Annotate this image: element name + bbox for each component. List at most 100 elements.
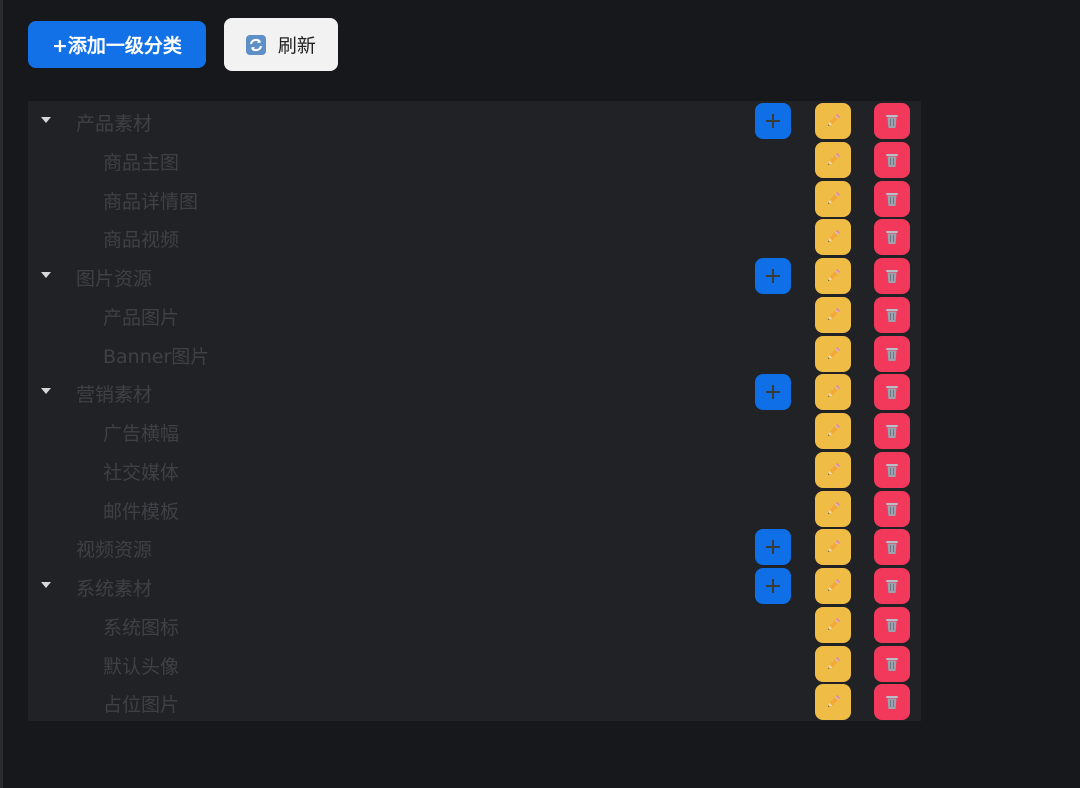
tree-row-level1[interactable]: 视频资源 bbox=[28, 527, 921, 566]
tree-row-level1[interactable]: 系统素材 bbox=[28, 566, 921, 605]
tree-row-level2[interactable]: 产品图片 bbox=[28, 295, 921, 334]
delete-category-button[interactable] bbox=[874, 451, 910, 488]
category-label: 产品素材 bbox=[76, 113, 153, 135]
tree-row-level2[interactable]: Banner图片 bbox=[28, 334, 921, 373]
trash-icon bbox=[886, 463, 898, 477]
trash-icon bbox=[886, 308, 898, 322]
edit-category-button[interactable] bbox=[815, 258, 851, 294]
pencil-icon bbox=[828, 191, 841, 204]
refresh-button[interactable]: 刷新 bbox=[223, 18, 338, 71]
tree-row-level1[interactable]: 图片资源 bbox=[28, 256, 921, 295]
add-subcategory-button[interactable] bbox=[755, 374, 791, 411]
delete-category-button[interactable] bbox=[874, 219, 910, 256]
plus-icon bbox=[766, 540, 780, 555]
edit-category-button[interactable] bbox=[815, 335, 851, 372]
delete-category-button[interactable] bbox=[874, 258, 910, 294]
delete-category-button[interactable] bbox=[874, 141, 910, 178]
trash-icon bbox=[886, 115, 898, 128]
tree-row-level2[interactable]: 系统图标 bbox=[28, 605, 921, 644]
pencil-icon bbox=[828, 462, 841, 475]
trash-icon bbox=[886, 153, 898, 167]
edit-category-button[interactable] bbox=[815, 606, 851, 643]
plus-icon bbox=[766, 269, 780, 283]
category-label: 商品视频 bbox=[103, 229, 180, 252]
tree-row-level2[interactable]: 商品主图 bbox=[28, 140, 921, 179]
refresh-button-label: 刷新 bbox=[277, 35, 316, 57]
pencil-icon bbox=[828, 346, 841, 359]
delete-category-button[interactable] bbox=[874, 413, 910, 449]
category-label: 系统图标 bbox=[103, 616, 180, 639]
edit-category-button[interactable] bbox=[815, 490, 851, 527]
category-label: Banner图片 bbox=[103, 345, 210, 368]
category-label: 商品主图 bbox=[103, 151, 180, 174]
category-label: 广告横幅 bbox=[103, 423, 180, 445]
caret-down-icon[interactable] bbox=[41, 272, 51, 278]
delete-category-button[interactable] bbox=[874, 606, 910, 643]
edit-category-button[interactable] bbox=[815, 180, 851, 217]
category-label: 图片资源 bbox=[76, 268, 153, 290]
delete-category-button[interactable] bbox=[874, 568, 910, 604]
trash-icon bbox=[886, 696, 898, 710]
tree-row-level2[interactable]: 邮件模板 bbox=[28, 489, 921, 528]
delete-category-button[interactable] bbox=[874, 335, 910, 372]
trash-icon bbox=[886, 580, 898, 593]
edit-category-button[interactable] bbox=[815, 451, 851, 488]
pencil-icon bbox=[828, 695, 841, 708]
tree-row-level1[interactable]: 营销素材 bbox=[28, 372, 921, 411]
category-label: 默认头像 bbox=[103, 655, 180, 678]
tree-row-level2[interactable]: 默认头像 bbox=[28, 644, 921, 683]
tree-row-level1[interactable]: 产品素材 bbox=[28, 101, 921, 140]
category-label: 营销素材 bbox=[76, 384, 153, 407]
pencil-icon bbox=[828, 230, 841, 243]
edit-category-button[interactable] bbox=[815, 296, 851, 333]
pencil-icon bbox=[828, 423, 841, 436]
edit-category-button[interactable] bbox=[815, 141, 851, 178]
delete-category-button[interactable] bbox=[874, 103, 910, 139]
plus-icon bbox=[766, 385, 780, 400]
delete-category-button[interactable] bbox=[874, 374, 910, 411]
category-label: 系统素材 bbox=[76, 578, 153, 600]
pencil-icon bbox=[828, 307, 841, 320]
add-subcategory-button[interactable] bbox=[755, 103, 791, 139]
edit-category-button[interactable] bbox=[815, 645, 851, 682]
delete-category-button[interactable] bbox=[874, 180, 910, 217]
trash-icon bbox=[886, 541, 898, 555]
trash-icon bbox=[886, 270, 898, 283]
refresh-icon bbox=[245, 34, 266, 55]
pencil-icon bbox=[828, 656, 841, 669]
tree-row-level2[interactable]: 社交媒体 bbox=[28, 450, 921, 489]
caret-down-icon[interactable] bbox=[41, 388, 51, 395]
edit-category-button[interactable] bbox=[815, 684, 851, 721]
pencil-icon bbox=[828, 501, 841, 514]
trash-icon bbox=[886, 347, 898, 361]
plus-icon bbox=[766, 114, 780, 128]
pencil-icon bbox=[828, 578, 841, 591]
add-root-category-button[interactable]: +添加一级分类 bbox=[28, 21, 206, 68]
tree-row-level2[interactable]: 商品详情图 bbox=[28, 179, 921, 218]
edit-category-button[interactable] bbox=[815, 568, 851, 604]
delete-category-button[interactable] bbox=[874, 490, 910, 527]
edit-category-button[interactable] bbox=[815, 529, 851, 566]
delete-category-button[interactable] bbox=[874, 684, 910, 721]
tree-row-level2[interactable]: 广告横幅 bbox=[28, 411, 921, 450]
add-subcategory-button[interactable] bbox=[755, 258, 791, 294]
tree-row-level2[interactable]: 占位图片 bbox=[28, 682, 921, 721]
edit-category-button[interactable] bbox=[815, 103, 851, 139]
edit-category-button[interactable] bbox=[815, 219, 851, 256]
edit-category-button[interactable] bbox=[815, 374, 851, 411]
delete-category-button[interactable] bbox=[874, 529, 910, 566]
add-subcategory-button[interactable] bbox=[755, 568, 791, 604]
plus-icon bbox=[766, 579, 780, 593]
trash-icon bbox=[886, 231, 898, 245]
caret-down-icon[interactable] bbox=[41, 117, 51, 123]
delete-category-button[interactable] bbox=[874, 645, 910, 682]
delete-category-button[interactable] bbox=[874, 296, 910, 333]
edit-category-button[interactable] bbox=[815, 413, 851, 449]
trash-icon bbox=[886, 425, 898, 438]
category-label: 视频资源 bbox=[76, 539, 153, 562]
trash-icon bbox=[886, 192, 898, 206]
tree-row-level2[interactable]: 商品视频 bbox=[28, 217, 921, 256]
caret-down-icon[interactable] bbox=[41, 582, 51, 588]
category-label: 产品图片 bbox=[103, 306, 180, 329]
add-subcategory-button[interactable] bbox=[755, 529, 791, 566]
